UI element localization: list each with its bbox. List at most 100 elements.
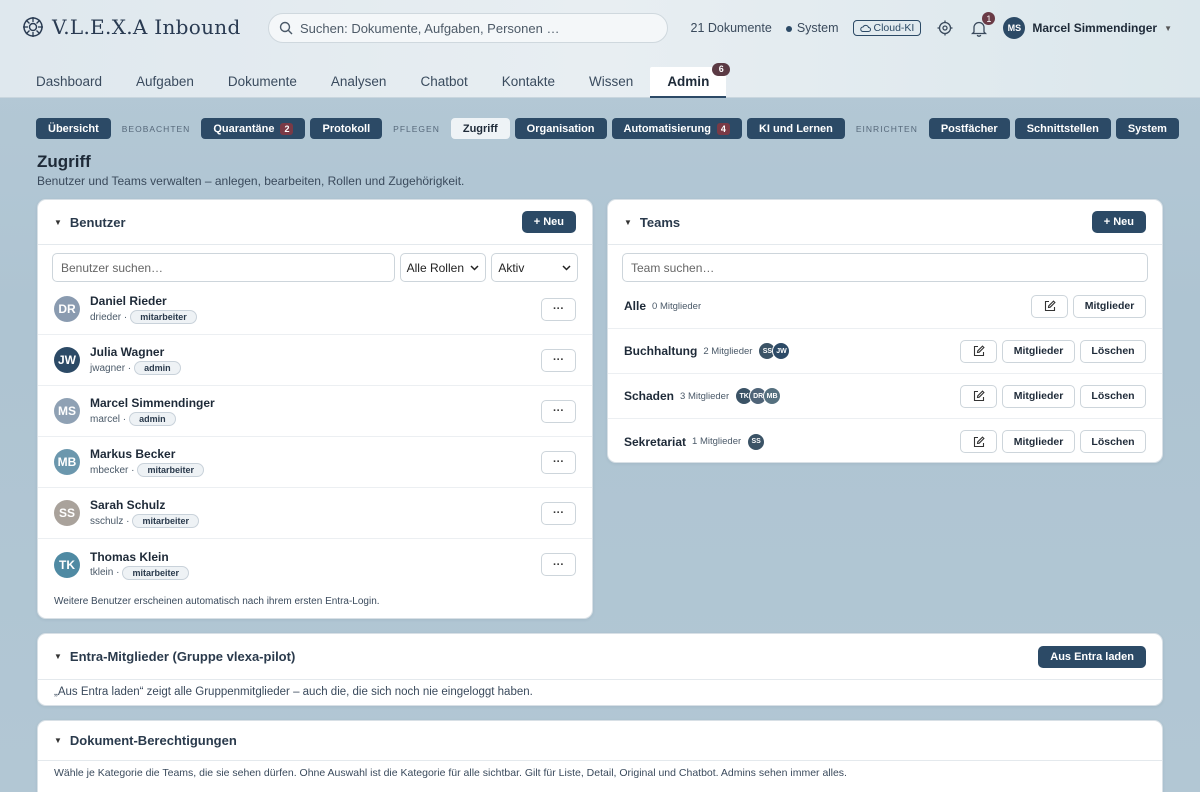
user-name: Sarah Schulz xyxy=(90,498,166,512)
user-menu[interactable]: MS Marcel Simmendinger ▼ xyxy=(1003,17,1172,39)
team-row: Sekretariat 1 Mitglieder SS Mitglieder Lö… xyxy=(608,419,1162,464)
tab-chatbot[interactable]: Chatbot xyxy=(403,67,484,98)
team-member-avatars: SS JW xyxy=(758,342,791,360)
user-row: TK Thomas Klein tklein · mitarbeiter ··· xyxy=(38,539,592,590)
system-status[interactable]: System xyxy=(785,21,839,35)
delete-team-button[interactable]: Löschen xyxy=(1080,430,1146,453)
entra-card-header: ▼ Entra-Mitglieder (Gruppe vlexa-pilot) … xyxy=(38,634,1162,680)
team-member-count: 0 Mitglieder xyxy=(652,300,702,312)
team-member-count: 2 Mitglieder xyxy=(703,345,753,357)
group-label-observe: BEOBACHTEN xyxy=(121,123,191,134)
subnav-protocol[interactable]: Protokoll xyxy=(310,118,383,139)
permissions-card: ▼ Dokument-Berechtigungen Wähle je Kateg… xyxy=(37,720,1163,792)
edit-team-button[interactable] xyxy=(960,339,997,363)
gear-icon xyxy=(937,20,953,36)
team-member-count: 3 Mitglieder xyxy=(680,390,730,402)
user-more-button[interactable]: ··· xyxy=(541,297,576,321)
quarantine-count: 2 xyxy=(280,122,294,135)
subnav-mailboxes-label: Postfächer xyxy=(940,122,998,135)
user-more-button[interactable]: ··· xyxy=(541,399,576,423)
user-filters: Alle Rollen Aktiv xyxy=(38,245,592,282)
team-member-avatars: TK DR MB xyxy=(735,387,782,405)
group-label-maintain: PFLEGEN xyxy=(393,123,440,134)
subnav-overview[interactable]: Übersicht xyxy=(36,118,111,139)
group-label-setup: EINRICHTEN xyxy=(855,123,918,134)
edit-team-button[interactable] xyxy=(1031,294,1068,318)
users-card-toggle[interactable]: ▼ Benutzer xyxy=(54,215,126,230)
cloud-ai-badge[interactable]: Cloud-KI xyxy=(852,20,922,36)
user-login: mbecker · xyxy=(90,464,135,476)
collapse-triangle-icon: ▼ xyxy=(54,217,62,227)
user-login: tklein · xyxy=(90,567,120,578)
team-search-input[interactable] xyxy=(622,253,1148,282)
subnav-quarantine[interactable]: Quarantäne 2 xyxy=(201,118,306,139)
team-members-button[interactable]: Mitglieder xyxy=(1073,294,1146,318)
system-label: System xyxy=(796,21,839,35)
user-more-button[interactable]: ··· xyxy=(541,553,576,576)
role-badge: admin xyxy=(134,361,181,375)
tab-dashboard[interactable]: Dashboard xyxy=(19,67,119,98)
user-name: Marcel Simmendinger xyxy=(90,396,215,410)
delete-team-button[interactable]: Löschen xyxy=(1080,339,1146,363)
tab-aufgaben[interactable]: Aufgaben xyxy=(119,67,211,98)
subnav-mailboxes[interactable]: Postfächer xyxy=(928,118,1010,139)
permissions-card-toggle[interactable]: ▼ Dokument-Berechtigungen xyxy=(54,733,237,748)
teams-card-title: Teams xyxy=(639,214,681,230)
team-members-button[interactable]: Mitglieder xyxy=(1002,384,1075,408)
tab-admin[interactable]: Admin 6 xyxy=(650,63,731,98)
chevron-down-icon xyxy=(470,264,479,271)
team-name: Alle xyxy=(624,299,647,313)
subnav-system[interactable]: System xyxy=(1115,118,1179,139)
new-user-button[interactable]: + Neu xyxy=(521,211,576,233)
tab-dokumente[interactable]: Dokumente xyxy=(211,67,314,98)
edit-team-button[interactable] xyxy=(960,384,997,408)
user-more-button[interactable]: ··· xyxy=(541,501,576,525)
user-list: DR Daniel Rieder drieder · mitarbeiter ··… xyxy=(38,284,592,590)
role-filter-select[interactable]: Alle Rollen xyxy=(399,253,487,282)
new-team-button[interactable]: + Neu xyxy=(1091,211,1146,233)
team-member-count: 1 Mitglieder xyxy=(692,436,742,447)
entra-card-toggle[interactable]: ▼ Entra-Mitglieder (Gruppe vlexa-pilot) xyxy=(54,649,295,664)
user-search-input[interactable] xyxy=(52,253,395,282)
edit-team-button[interactable] xyxy=(960,430,997,453)
status-dot xyxy=(785,25,792,32)
team-members-button[interactable]: Mitglieder xyxy=(1002,430,1075,453)
subnav-organisation[interactable]: Organisation xyxy=(514,118,607,139)
load-from-entra-button[interactable]: Aus Entra laden xyxy=(1038,645,1146,668)
teams-card-toggle[interactable]: ▼ Teams xyxy=(624,215,680,230)
teams-card: ▼ Teams + Neu Alle 0 Mitglieder Mitgliede… xyxy=(607,199,1163,463)
status-filter-select[interactable]: Aktiv xyxy=(491,253,578,282)
team-name: Schaden xyxy=(624,389,675,403)
tab-kontakte[interactable]: Kontakte xyxy=(485,67,572,98)
team-row: Buchhaltung 2 Mitglieder SS JW Mitglieder … xyxy=(608,329,1162,374)
collapse-triangle-icon: ▼ xyxy=(54,652,62,661)
delete-team-button[interactable]: Löschen xyxy=(1080,384,1146,408)
app-logo[interactable]: V.L.E.X.A Inbound xyxy=(22,15,241,39)
tab-analysen[interactable]: Analysen xyxy=(314,67,404,98)
permissions-card-title: Dokument-Berechtigungen xyxy=(69,733,237,748)
subnav-ai-learning[interactable]: KI und Lernen xyxy=(746,118,845,139)
global-search-input[interactable] xyxy=(300,20,640,36)
user-more-button[interactable]: ··· xyxy=(541,348,576,372)
global-search[interactable] xyxy=(268,13,668,43)
subnav-access[interactable]: Zugriff xyxy=(450,118,510,139)
cloud-ai-label: Cloud-KI xyxy=(873,22,915,34)
subnav-overview-label: Übersicht xyxy=(48,122,99,135)
tab-wissen[interactable]: Wissen xyxy=(572,67,650,98)
avatar: JW xyxy=(772,342,791,360)
edit-icon xyxy=(973,345,985,357)
subnav-interfaces[interactable]: Schnittstellen xyxy=(1014,118,1111,139)
avatar: MS xyxy=(54,398,80,424)
admin-subnav: Übersicht BEOBACHTEN Quarantäne 2 Protoko… xyxy=(36,118,1179,139)
settings-button[interactable] xyxy=(935,18,955,38)
document-count[interactable]: 21 Dokumente xyxy=(691,21,772,35)
subnav-automation[interactable]: Automatisierung 4 xyxy=(611,118,742,139)
subnav-ai-learning-label: KI und Lernen xyxy=(758,122,833,135)
subnav-protocol-label: Protokoll xyxy=(322,122,371,135)
status-filter-value: Aktiv xyxy=(498,260,525,275)
search-icon xyxy=(279,21,293,35)
team-members-button[interactable]: Mitglieder xyxy=(1002,339,1075,363)
notifications-button[interactable]: 1 xyxy=(969,12,996,38)
user-row: SS Sarah Schulz sschulz · mitarbeiter ··· xyxy=(38,488,592,539)
user-more-button[interactable]: ··· xyxy=(541,450,576,474)
